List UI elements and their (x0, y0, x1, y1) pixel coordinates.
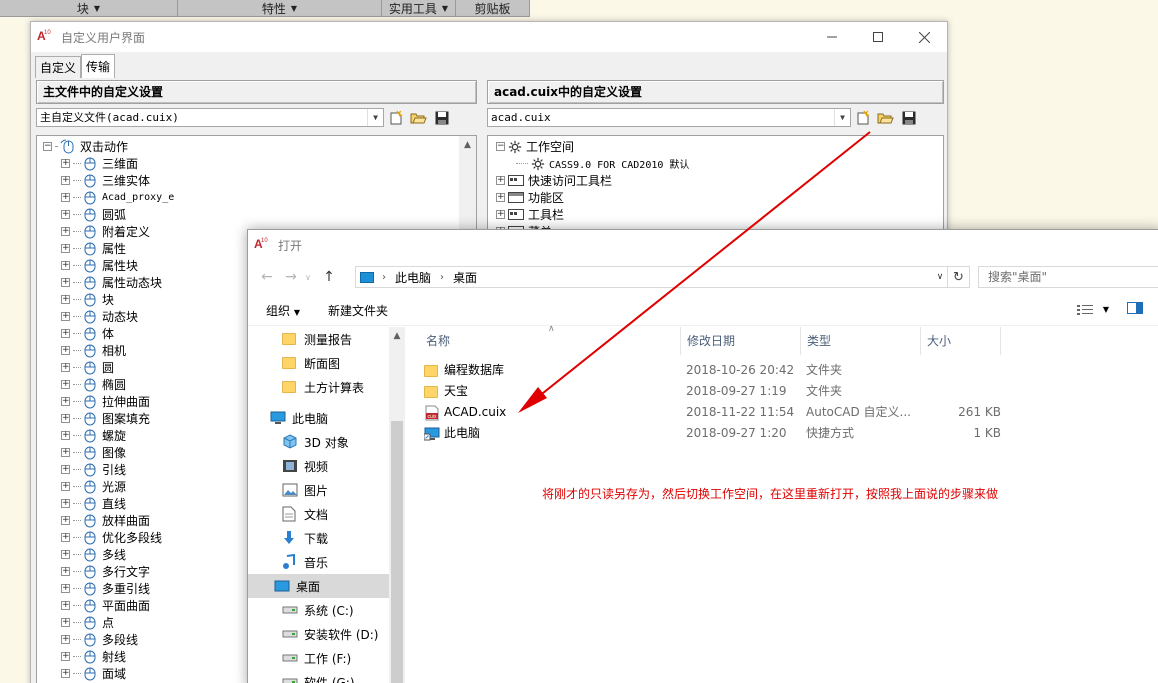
annotation-note: 将刚才的只读另存为，然后切换工作空间，在这里重新打开，按照我上面说的步骤来做 (542, 487, 999, 501)
annotation-arrow-head (518, 387, 547, 413)
annotation-arrow-line (527, 131, 871, 406)
annotation-arrow (518, 131, 871, 413)
